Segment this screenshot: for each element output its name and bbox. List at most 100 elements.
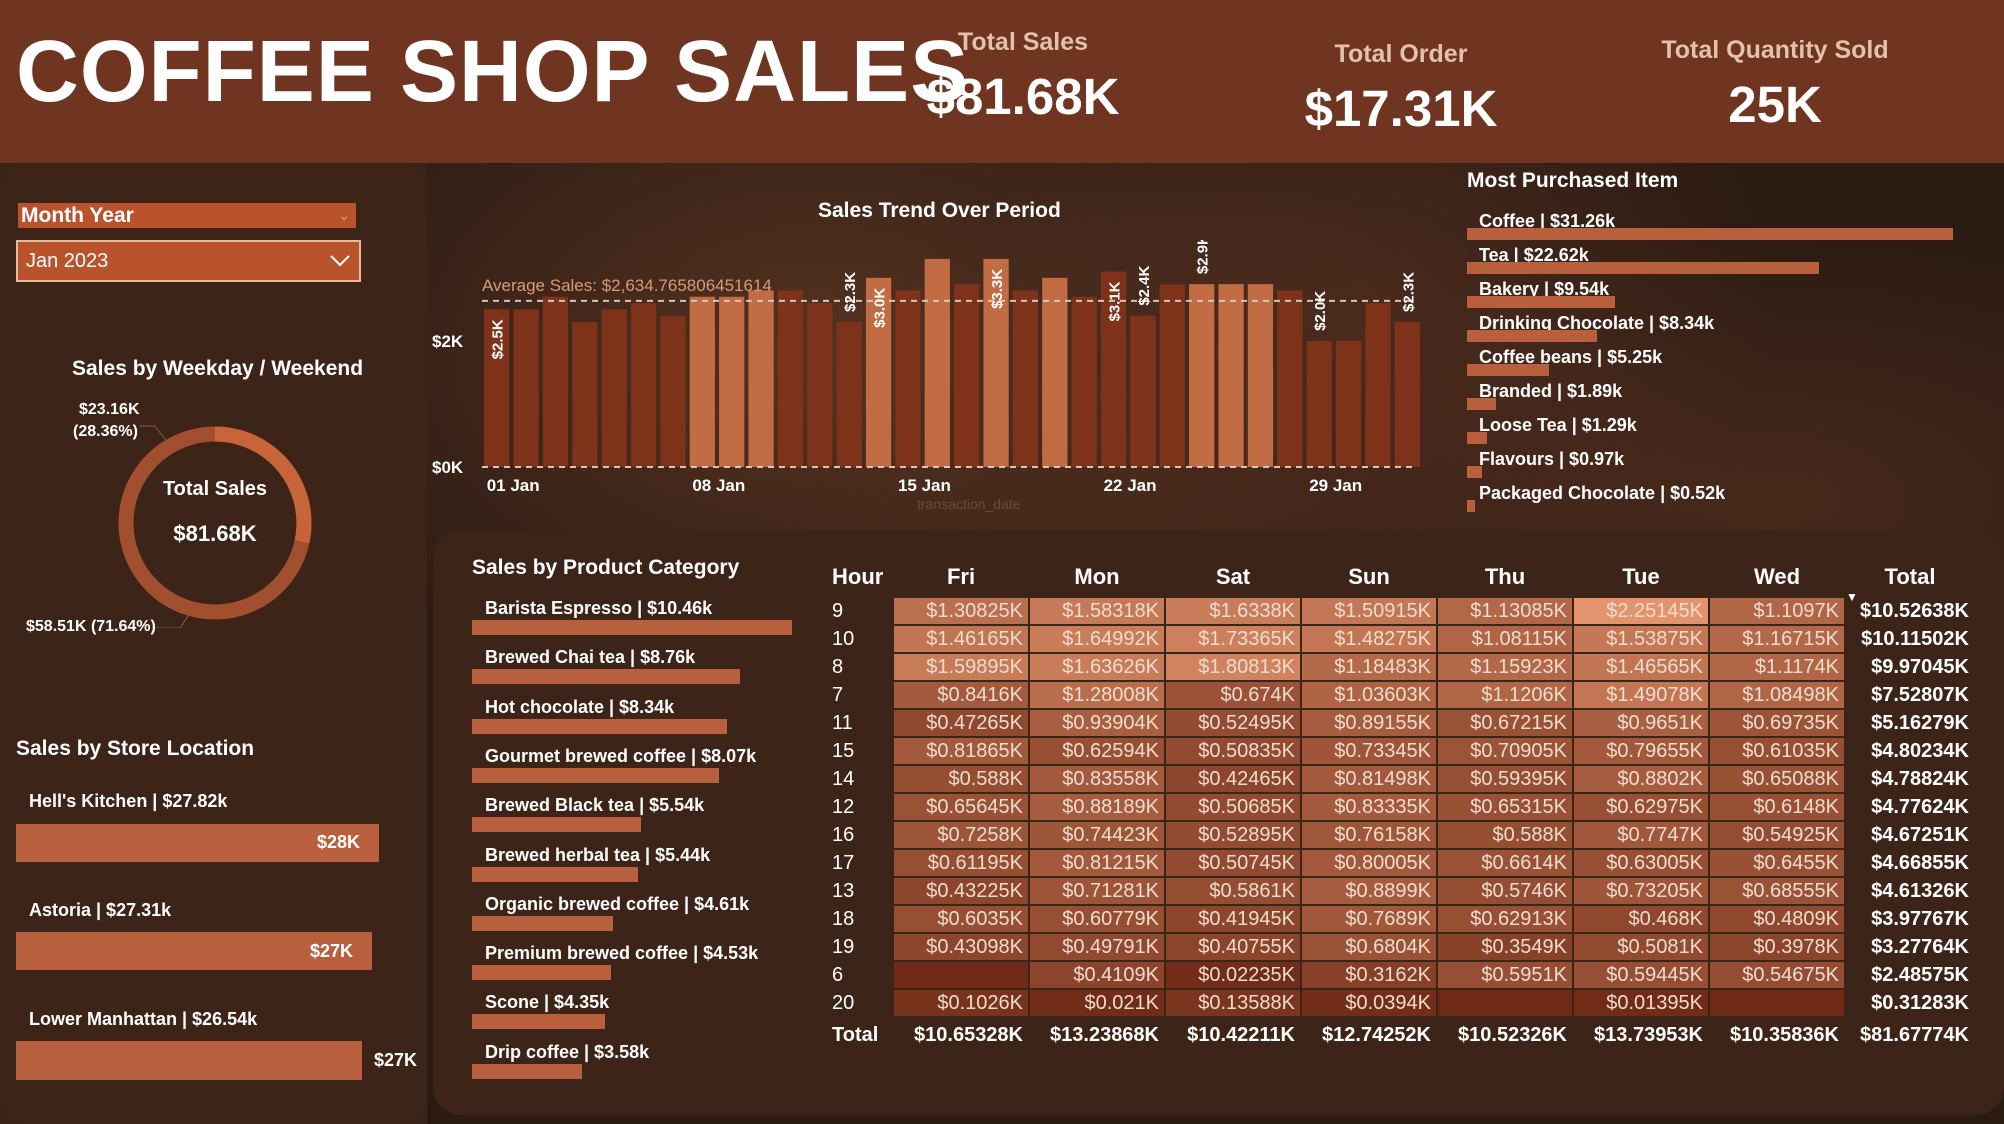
matrix-cell[interactable]: $1.08115K (1438, 626, 1572, 652)
most-purchased-bar[interactable] (1467, 296, 1615, 308)
month-year-dropdown[interactable]: Jan 2023 (16, 240, 361, 282)
most-purchased-bar[interactable] (1467, 228, 1953, 240)
matrix-cell[interactable]: $0.89155K (1302, 710, 1436, 736)
matrix-cell[interactable]: $0.4109K (1030, 962, 1164, 988)
matrix-cell[interactable]: $0.5861K (1166, 878, 1300, 904)
matrix-cell[interactable]: $0.79655K (1574, 738, 1708, 764)
matrix-cell[interactable]: $1.49078K (1574, 682, 1708, 708)
matrix-cell[interactable]: $0.588K (1438, 822, 1572, 848)
matrix-cell[interactable]: $0.63005K (1574, 850, 1708, 876)
chevron-down-icon[interactable]: ⌄ (338, 203, 350, 228)
matrix-cell[interactable]: $0.74423K (1030, 822, 1164, 848)
trend-bar[interactable] (954, 284, 980, 467)
most-purchased-bar[interactable] (1467, 466, 1482, 478)
matrix-cell[interactable]: $0.76158K (1302, 822, 1436, 848)
matrix-cell[interactable]: $0.6035K (894, 906, 1028, 932)
trend-bar[interactable] (542, 296, 569, 467)
matrix-cell[interactable]: $0.70905K (1438, 738, 1572, 764)
matrix-header[interactable]: Fri (894, 558, 1028, 596)
category-bar[interactable] (472, 620, 792, 635)
matrix-cell[interactable]: $0.8802K (1574, 766, 1708, 792)
matrix-cell[interactable]: $0.49791K (1030, 934, 1164, 960)
matrix-cell[interactable]: $0.50745K (1166, 850, 1300, 876)
matrix-cell[interactable]: $0.80005K (1302, 850, 1436, 876)
matrix-cell[interactable]: $1.48275K (1302, 626, 1436, 652)
matrix-cell[interactable]: $0.674K (1166, 682, 1300, 708)
category-bar[interactable] (472, 1063, 582, 1079)
category-bar[interactable] (472, 767, 719, 783)
matrix-cell[interactable]: $0.1026K (894, 990, 1028, 1016)
matrix-cell[interactable]: $1.08498K (1710, 682, 1844, 708)
matrix-cell[interactable]: $0.50685K (1166, 794, 1300, 820)
most-purchased-bar[interactable] (1467, 330, 1597, 342)
matrix-cell[interactable]: $0.59445K (1574, 962, 1708, 988)
trend-bar[interactable] (719, 296, 745, 467)
trend-bar[interactable] (1394, 321, 1420, 467)
matrix-cell[interactable]: $0.02235K (1166, 962, 1300, 988)
matrix-cell[interactable]: $0.62913K (1438, 906, 1572, 932)
sort-desc-icon[interactable]: ▼ (1846, 590, 1858, 604)
trend-bar[interactable] (1247, 284, 1274, 467)
matrix-header[interactable]: Hour (822, 558, 892, 596)
matrix-cell[interactable]: $0.81498K (1302, 766, 1436, 792)
matrix-cell[interactable]: $0.6614K (1438, 850, 1572, 876)
matrix-header[interactable]: Mon (1030, 558, 1164, 596)
matrix-cell[interactable]: $1.53875K (1574, 626, 1708, 652)
matrix-cell[interactable]: $0.43225K (894, 878, 1028, 904)
matrix-cell[interactable]: $0.73205K (1574, 878, 1708, 904)
trend-bar[interactable] (1042, 277, 1068, 467)
matrix-cell[interactable]: $1.1097K (1710, 598, 1844, 624)
trend-bar[interactable] (924, 258, 950, 467)
matrix-cell[interactable]: $1.18483K (1302, 654, 1436, 680)
matrix-cell[interactable]: $1.64992K (1030, 626, 1164, 652)
trend-bar[interactable] (1365, 303, 1391, 467)
trend-bar[interactable] (660, 315, 686, 467)
matrix-cell[interactable]: $0.50835K (1166, 738, 1300, 764)
matrix-cell[interactable]: $0.83558K (1030, 766, 1164, 792)
matrix-cell[interactable]: $0.60779K (1030, 906, 1164, 932)
matrix-cell[interactable]: $0.7258K (894, 822, 1028, 848)
matrix-cell[interactable]: $0.41945K (1166, 906, 1300, 932)
matrix-cell[interactable]: $1.6338K (1166, 598, 1300, 624)
trend-bar[interactable] (689, 296, 715, 467)
matrix-cell[interactable]: $0.7689K (1302, 906, 1436, 932)
trend-bar[interactable] (1306, 340, 1332, 467)
matrix-header[interactable]: Sat (1166, 558, 1300, 596)
matrix-cell[interactable]: $1.16715K (1710, 626, 1844, 652)
matrix-cell[interactable]: $1.46165K (894, 626, 1028, 652)
category-bar[interactable] (472, 718, 727, 734)
matrix-cell[interactable]: $0.67215K (1438, 710, 1572, 736)
trend-bar[interactable] (1130, 315, 1156, 467)
matrix-cell[interactable]: $0.73345K (1302, 738, 1436, 764)
most-purchased-bar[interactable] (1467, 398, 1496, 410)
matrix-cell[interactable]: $0.88189K (1030, 794, 1164, 820)
matrix-cell[interactable]: $1.13085K (1438, 598, 1572, 624)
matrix-cell[interactable]: $0.021K (1030, 990, 1164, 1016)
most-purchased-bar[interactable] (1467, 364, 1549, 376)
category-bar[interactable] (472, 669, 740, 685)
category-bar[interactable] (472, 817, 641, 833)
matrix-cell[interactable]: $1.73365K (1166, 626, 1300, 652)
matrix-cell[interactable]: $0.5951K (1438, 962, 1572, 988)
matrix-cell[interactable]: $0.47265K (894, 710, 1028, 736)
trend-bar[interactable] (1335, 340, 1362, 467)
matrix-header[interactable]: Thu (1438, 558, 1572, 596)
matrix-cell[interactable]: $1.30825K (894, 598, 1028, 624)
store-bar[interactable] (16, 1041, 362, 1080)
matrix-cell[interactable]: $1.1174K (1710, 654, 1844, 680)
matrix-cell[interactable]: $0.6455K (1710, 850, 1844, 876)
matrix-cell[interactable]: $0.01395K (1574, 990, 1708, 1016)
category-bar[interactable] (472, 866, 638, 882)
trend-bar[interactable] (895, 290, 921, 467)
trend-bar[interactable] (1218, 284, 1244, 467)
matrix-cell[interactable]: $0.8899K (1302, 878, 1436, 904)
matrix-cell[interactable]: $0.68555K (1710, 878, 1844, 904)
matrix-cell[interactable]: $0.468K (1574, 906, 1708, 932)
matrix-cell[interactable]: $0.43098K (894, 934, 1028, 960)
matrix-cell[interactable] (894, 962, 1028, 988)
matrix-cell[interactable]: $0.59395K (1438, 766, 1572, 792)
matrix-cell[interactable]: $0.81865K (894, 738, 1028, 764)
most-purchased-bar[interactable] (1467, 500, 1475, 512)
matrix-cell[interactable] (1710, 990, 1844, 1016)
matrix-cell[interactable]: $0.54925K (1710, 822, 1844, 848)
